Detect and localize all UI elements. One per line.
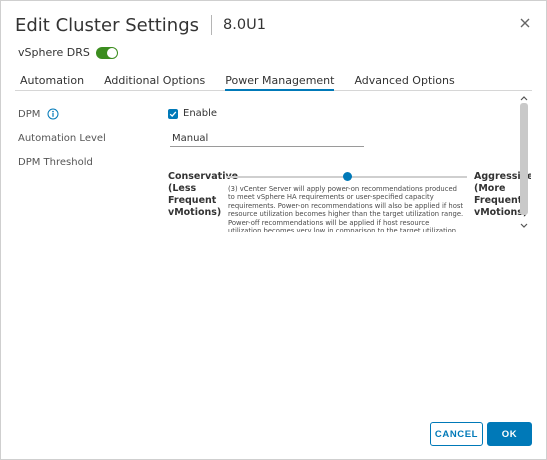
scroll-down-arrow-icon[interactable] (520, 223, 528, 229)
power-management-panel: DPM Enable Automation Level Manual DPM T… (15, 92, 531, 232)
dpm-enable-checkbox[interactable] (168, 108, 178, 119)
panel-scrollbar[interactable] (518, 93, 530, 231)
tab-bar: Automation Additional Options Power Mana… (15, 69, 532, 91)
info-icon[interactable] (47, 108, 59, 120)
dpm-label-row: DPM (18, 108, 59, 120)
tab-additional-options[interactable]: Additional Options (104, 69, 205, 91)
close-icon (520, 18, 530, 28)
vsphere-drs-label: vSphere DRS (18, 46, 90, 59)
dpm-threshold-label: DPM Threshold (18, 157, 93, 168)
automation-level-label: Automation Level (18, 133, 106, 144)
dialog-header: Edit Cluster Settings 8.0U1 (15, 12, 266, 38)
title-divider (211, 15, 213, 35)
dpm-enable-label: Enable (183, 108, 218, 119)
scroll-thumb[interactable] (520, 103, 528, 215)
scroll-up-arrow-icon[interactable] (520, 95, 528, 101)
dialog-title: Edit Cluster Settings (15, 14, 200, 36)
tab-power-management[interactable]: Power Management (225, 69, 335, 91)
toggle-knob (106, 47, 117, 58)
version-label: 8.0U1 (223, 17, 266, 33)
dpm-enable-row: Enable (168, 108, 217, 119)
tab-automation[interactable]: Automation (20, 69, 84, 91)
edit-cluster-settings-dialog: Edit Cluster Settings 8.0U1 vSphere DRS … (0, 0, 547, 460)
ok-button[interactable]: OK (487, 422, 532, 446)
automation-level-select[interactable]: Manual (170, 129, 364, 147)
threshold-slider-handle[interactable] (342, 172, 352, 181)
check-icon (169, 110, 177, 117)
dpm-label: DPM (18, 108, 41, 120)
vsphere-drs-row: vSphere DRS (18, 46, 118, 59)
close-button[interactable] (518, 16, 532, 30)
cancel-button[interactable]: CANCEL (430, 422, 483, 446)
tab-advanced-options[interactable]: Advanced Options (354, 69, 454, 91)
vsphere-drs-toggle[interactable] (95, 46, 118, 59)
threshold-description: (3) vCenter Server will apply power-on r… (228, 185, 464, 232)
